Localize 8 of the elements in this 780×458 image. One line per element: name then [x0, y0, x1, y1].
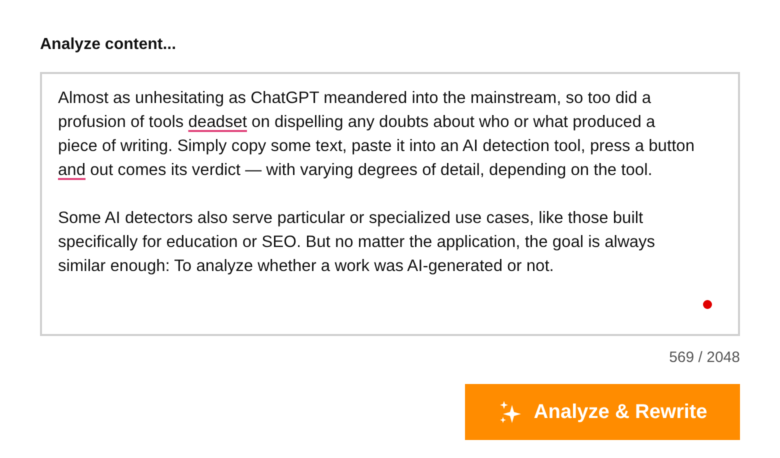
section-heading: Analyze content...	[40, 35, 176, 55]
character-counter: 569 / 2048	[669, 348, 740, 368]
text-area[interactable]	[40, 72, 740, 336]
analyze-rewrite-button[interactable]: Analyze & Rewrite	[465, 384, 740, 440]
paragraph: Some AI detectors also serve particular or specialized use cases, like those built specifically for education or SEO. But no matter the application, the goal is always similar enough: To analyze whether a work was AI-generated or not.	[58, 208, 656, 277]
paragraph: Almost as unhesitating as ChatGPT meandered into the mainstream, so too did a profusion of tools deadset on dispelling any doubts about who or what produced a piece of writing. Simply copy some text, paste it into an AI detection tool, press a button and out comes its verdict — with varying degrees of detail, depending on the tool.	[58, 88, 696, 181]
sparkle-icon	[498, 400, 522, 424]
dot-icon	[703, 300, 712, 309]
